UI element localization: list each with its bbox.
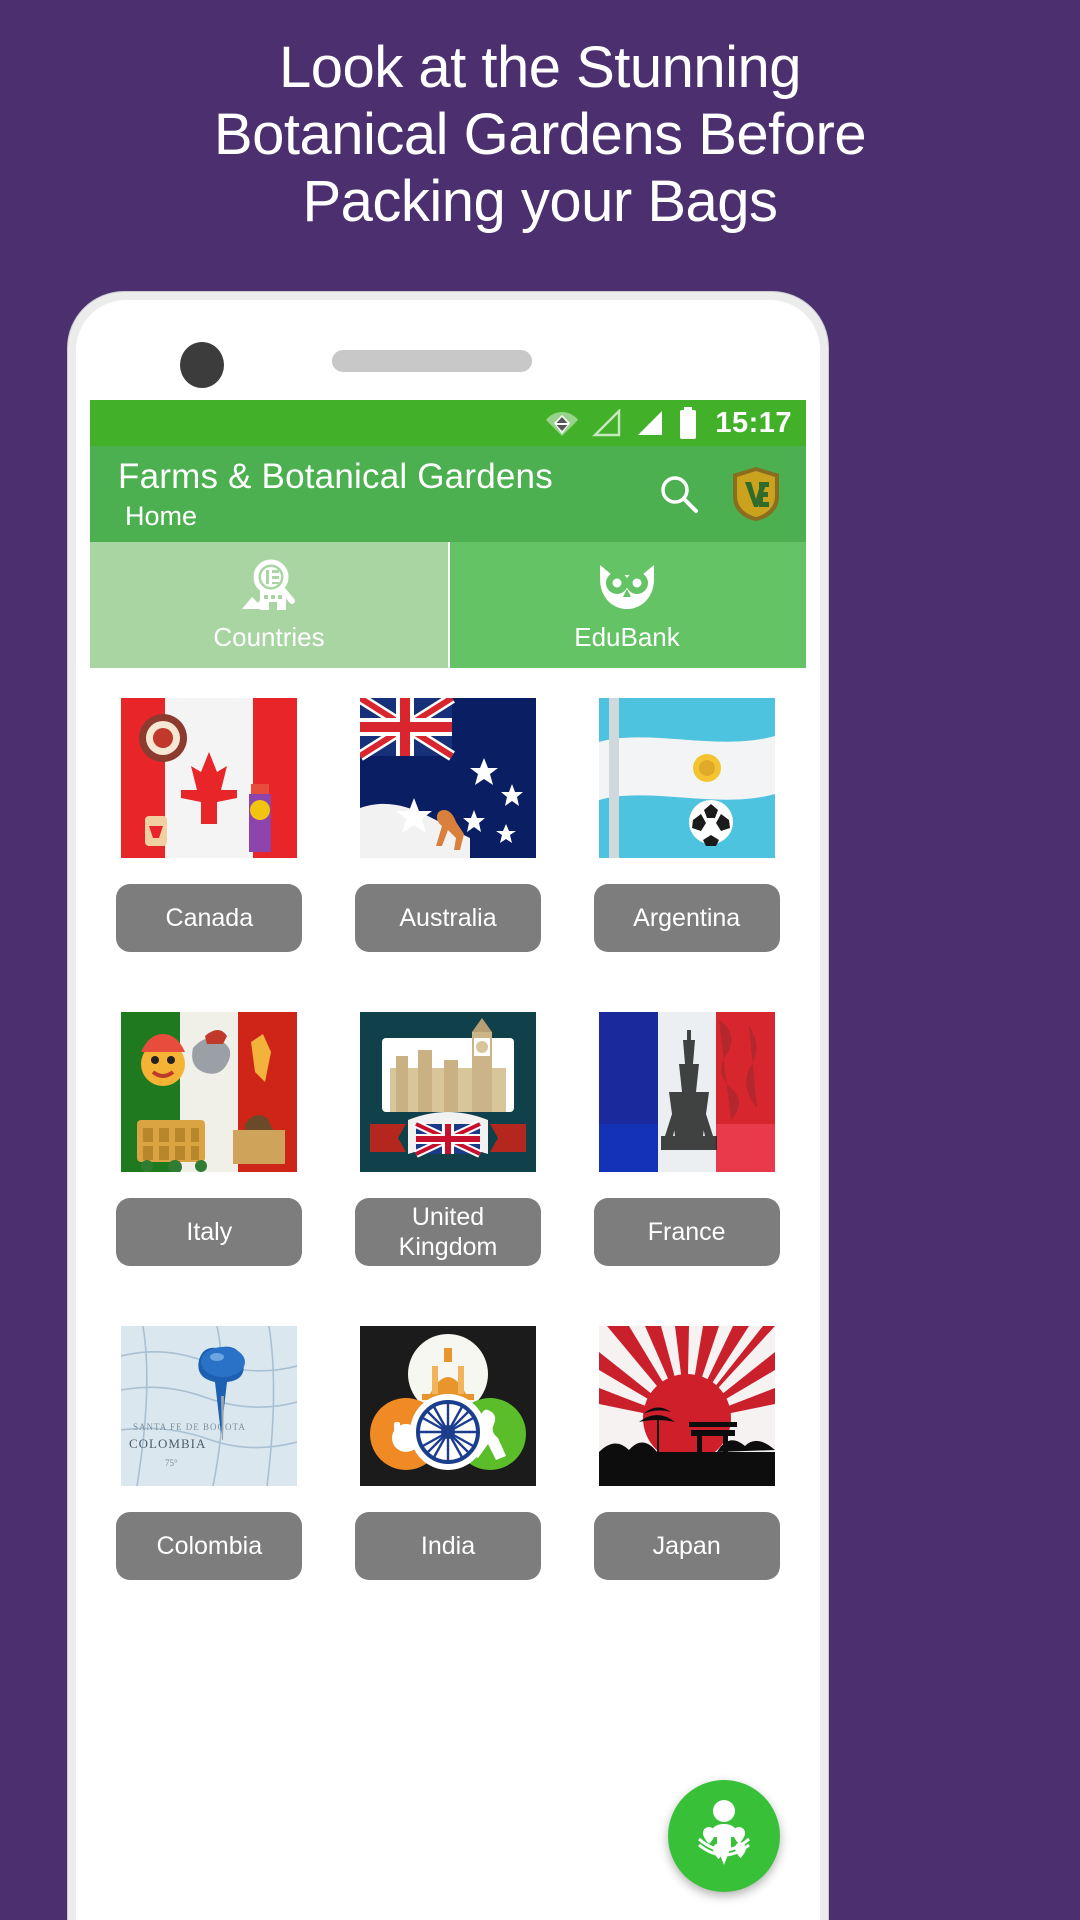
app-logo-badge-icon[interactable] (728, 465, 784, 523)
country-cell-australia[interactable]: Australia (329, 680, 568, 952)
colombia-map-thumbnail[interactable]: COLOMBIA SANTA FE DE BOGOTA 75° (121, 1326, 298, 1486)
italy-flag-thumbnail[interactable] (121, 1012, 298, 1172)
country-grid-row: Canada Australia Argentina (90, 680, 806, 952)
country-cell-canada[interactable]: Canada (90, 680, 329, 952)
svg-text:SANTA FE DE BOGOTA: SANTA FE DE BOGOTA (133, 1422, 246, 1432)
phone-bezel: 15:17 Farms & Botanical Gardens Home Cou… (76, 300, 820, 1920)
argentina-flag-thumbnail[interactable] (598, 698, 775, 858)
svg-text:COLOMBIA: COLOMBIA (129, 1436, 206, 1451)
canada-flag-thumbnail[interactable] (121, 698, 298, 858)
row-spacer (90, 952, 806, 994)
country-cell-argentina[interactable]: Argentina (567, 680, 806, 952)
signal-bars-icon (635, 409, 665, 437)
tab-edubank-label: EduBank (574, 622, 680, 652)
app-bar: Farms & Botanical Gardens Home (90, 446, 806, 542)
svg-text:75°: 75° (165, 1458, 178, 1468)
tab-bar: Countries EduBank (90, 542, 806, 668)
tab-countries[interactable]: Countries (90, 542, 448, 668)
france-flag-thumbnail[interactable] (598, 1012, 775, 1172)
country-cell-united-kingdom[interactable]: United Kingdom (329, 994, 568, 1266)
country-label-colombia[interactable]: Colombia (116, 1512, 303, 1580)
australia-flag-thumbnail[interactable] (360, 698, 536, 858)
country-cell-japan[interactable]: Japan (567, 1308, 806, 1580)
country-label-japan[interactable]: Japan (593, 1512, 780, 1580)
country-label-italy[interactable]: Italy (116, 1198, 303, 1266)
front-camera-icon (180, 342, 224, 388)
india-flag-thumbnail[interactable] (360, 1326, 536, 1486)
phone-screen: 15:17 Farms & Botanical Gardens Home Cou… (90, 400, 806, 1920)
signal-triangle-icon (592, 409, 622, 437)
wifi-icon (545, 409, 579, 437)
community-fab-button[interactable] (668, 1780, 780, 1892)
app-bar-actions (652, 465, 784, 523)
battery-icon (678, 407, 698, 439)
country-label-india[interactable]: India (355, 1512, 541, 1580)
country-label-argentina[interactable]: Argentina (593, 884, 780, 952)
app-subtitle: Home (125, 501, 198, 531)
row-spacer (90, 1266, 806, 1308)
promo-line-3: Packing your Bags (302, 169, 778, 234)
country-grid: Canada Australia Argentina Italy United … (90, 668, 806, 1580)
united-kingdom-flag-thumbnail[interactable] (360, 1012, 536, 1172)
country-cell-colombia[interactable]: COLOMBIA SANTA FE DE BOGOTA 75° Colombia (90, 1308, 329, 1580)
promo-line-1: Look at the Stunning (278, 35, 802, 100)
country-cell-india[interactable]: India (329, 1308, 568, 1580)
status-bar-clock: 15:17 (715, 406, 792, 439)
people-network-icon (685, 1795, 763, 1878)
country-grid-row: COLOMBIA SANTA FE DE BOGOTA 75° Colombia (90, 1308, 806, 1580)
country-cell-italy[interactable]: Italy (90, 994, 329, 1266)
country-search-icon (238, 557, 300, 615)
search-icon[interactable] (652, 467, 706, 521)
status-bar: 15:17 (90, 400, 806, 446)
country-cell-france[interactable]: France (567, 994, 806, 1266)
app-bar-titles: Farms & Botanical Gardens Home (118, 455, 652, 533)
app-title: Farms & Botanical Gardens (118, 457, 553, 496)
japan-flag-thumbnail[interactable] (598, 1326, 775, 1486)
tab-edubank[interactable]: EduBank (448, 542, 806, 668)
country-grid-row: Italy United Kingdom France (90, 994, 806, 1266)
country-label-canada[interactable]: Canada (116, 884, 303, 952)
phone-mockup: 15:17 Farms & Botanical Gardens Home Cou… (68, 292, 828, 1920)
owl-icon (594, 557, 660, 615)
tab-countries-label: Countries (213, 622, 325, 652)
promo-headline: Look at the Stunning Botanical Gardens B… (0, 34, 1080, 235)
country-label-australia[interactable]: Australia (355, 884, 541, 952)
country-label-france[interactable]: France (593, 1198, 780, 1266)
promo-line-2: Botanical Gardens Before (213, 102, 867, 167)
earpiece-speaker (332, 350, 532, 372)
country-label-united-kingdom[interactable]: United Kingdom (355, 1198, 541, 1266)
